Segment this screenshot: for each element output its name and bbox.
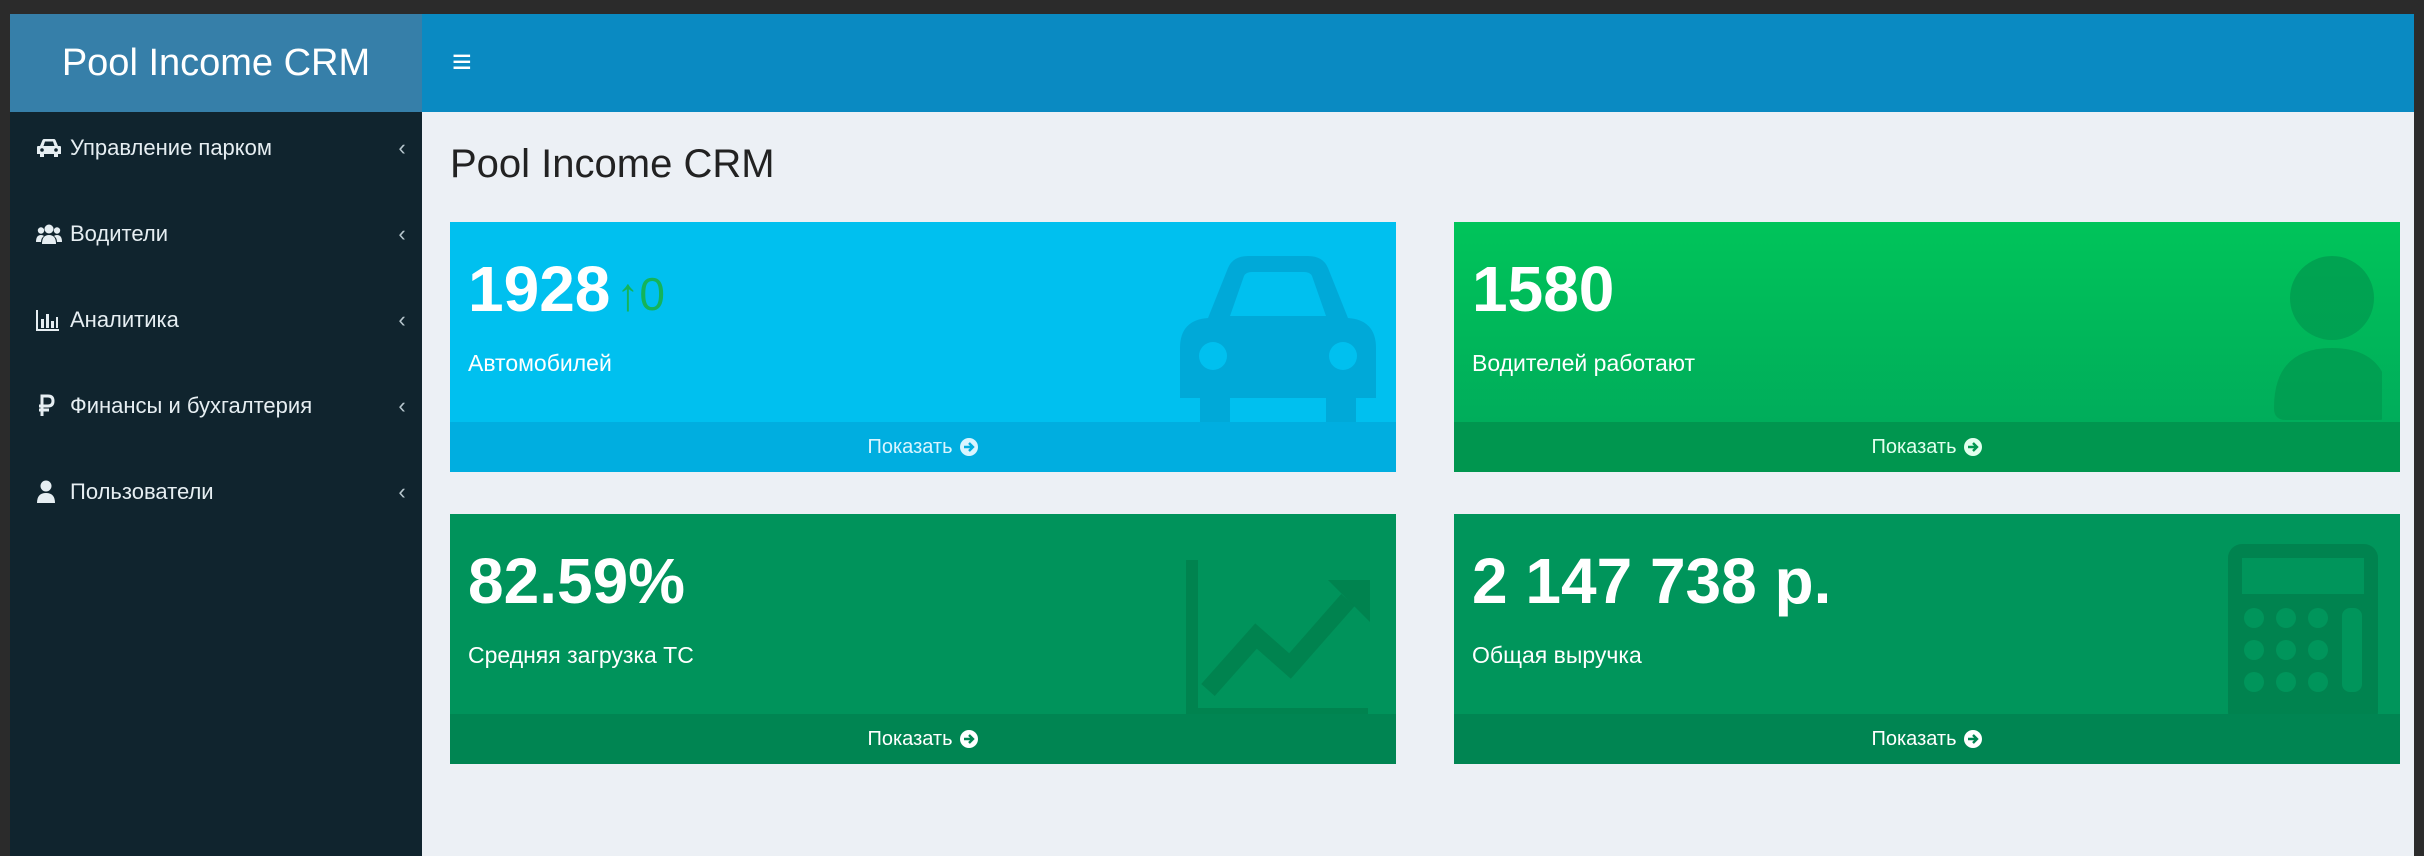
sidebar-item-finance[interactable]: Финансы и бухгалтерия ‹ bbox=[10, 376, 422, 436]
chevron-left-icon: ‹ bbox=[398, 221, 406, 246]
trend-value: 0 bbox=[639, 268, 665, 321]
stat-box-cars: 1928 ↑0 Автомобилей Показать bbox=[450, 222, 1396, 472]
chevron-left-icon: ‹ bbox=[398, 307, 406, 332]
stat-value: 1580 bbox=[1472, 253, 1615, 325]
arrow-circle-right-icon bbox=[1963, 437, 1983, 457]
show-more-label: Показать bbox=[1871, 435, 1957, 458]
sidebar-item-label: Пользователи bbox=[70, 479, 214, 504]
user-icon bbox=[36, 480, 70, 504]
trend-indicator: ↑0 bbox=[616, 268, 665, 320]
hamburger-icon[interactable]: ≡ bbox=[452, 42, 486, 82]
page-title: Pool Income CRM bbox=[450, 142, 775, 186]
show-more-label: Показать bbox=[867, 435, 953, 458]
show-more-label: Показать bbox=[1871, 727, 1957, 750]
chevron-left-icon: ‹ bbox=[398, 479, 406, 504]
calculator-icon bbox=[2182, 540, 2382, 730]
stat-value: 2 147 738 р. bbox=[1472, 545, 1832, 617]
stat-label: Водителей работают bbox=[1472, 350, 1696, 376]
sidebar-item-label: Финансы и бухгалтерия bbox=[70, 393, 313, 418]
car-icon bbox=[1178, 248, 1378, 438]
stat-label: Средняя загрузка ТС bbox=[468, 642, 694, 668]
stat-label: Автомобилей bbox=[468, 350, 612, 376]
stat-value: 82.59% bbox=[468, 545, 686, 617]
arrow-circle-right-icon bbox=[959, 729, 979, 749]
car-icon bbox=[36, 137, 70, 159]
chevron-left-icon: ‹ bbox=[398, 393, 406, 418]
show-more-label: Показать bbox=[867, 727, 953, 750]
top-navbar: ≡ bbox=[422, 14, 2414, 112]
sidebar-item-label: Водители bbox=[70, 221, 169, 246]
show-more-link[interactable]: Показать bbox=[450, 714, 1396, 764]
stat-box-revenue: 2 147 738 р. Общая выручка Показать bbox=[1454, 514, 2400, 764]
sidebar-item-label: Аналитика bbox=[70, 307, 179, 332]
user-icon bbox=[2182, 248, 2390, 438]
stat-box-drivers: 1580 Водителей работают Показать bbox=[1454, 222, 2400, 472]
chevron-left-icon: ‹ bbox=[398, 135, 406, 160]
sidebar: Управление парком ‹ Водители ‹ Аналитика… bbox=[10, 112, 422, 856]
stat-number: 1928 bbox=[468, 253, 611, 325]
line-chart-icon bbox=[1178, 540, 1378, 730]
sidebar-item-analytics[interactable]: Аналитика ‹ bbox=[10, 290, 422, 350]
sidebar-item-fleet[interactable]: Управление парком ‹ bbox=[10, 118, 422, 178]
arrow-up-icon: ↑ bbox=[616, 268, 640, 321]
show-more-link[interactable]: Показать bbox=[1454, 714, 2400, 764]
arrow-circle-right-icon bbox=[959, 437, 979, 457]
app-window: Pool Income CRM ≡ Управление парком ‹ Во… bbox=[10, 14, 2414, 856]
stat-box-load: 82.59% Средняя загрузка ТС Показать bbox=[450, 514, 1396, 764]
app-logo[interactable]: Pool Income CRM bbox=[10, 14, 422, 112]
bar-chart-icon bbox=[36, 309, 70, 331]
show-more-link[interactable]: Показать bbox=[1454, 422, 2400, 472]
ruble-icon bbox=[36, 394, 70, 418]
arrow-circle-right-icon bbox=[1963, 729, 1983, 749]
sidebar-item-drivers[interactable]: Водители ‹ bbox=[10, 204, 422, 264]
stat-label: Общая выручка bbox=[1472, 642, 1642, 668]
sidebar-item-label: Управление парком bbox=[70, 135, 273, 160]
show-more-link[interactable]: Показать bbox=[450, 422, 1396, 472]
stat-value: 1928 ↑0 bbox=[468, 252, 665, 326]
users-icon bbox=[36, 223, 70, 245]
sidebar-item-users[interactable]: Пользователи ‹ bbox=[10, 462, 422, 522]
